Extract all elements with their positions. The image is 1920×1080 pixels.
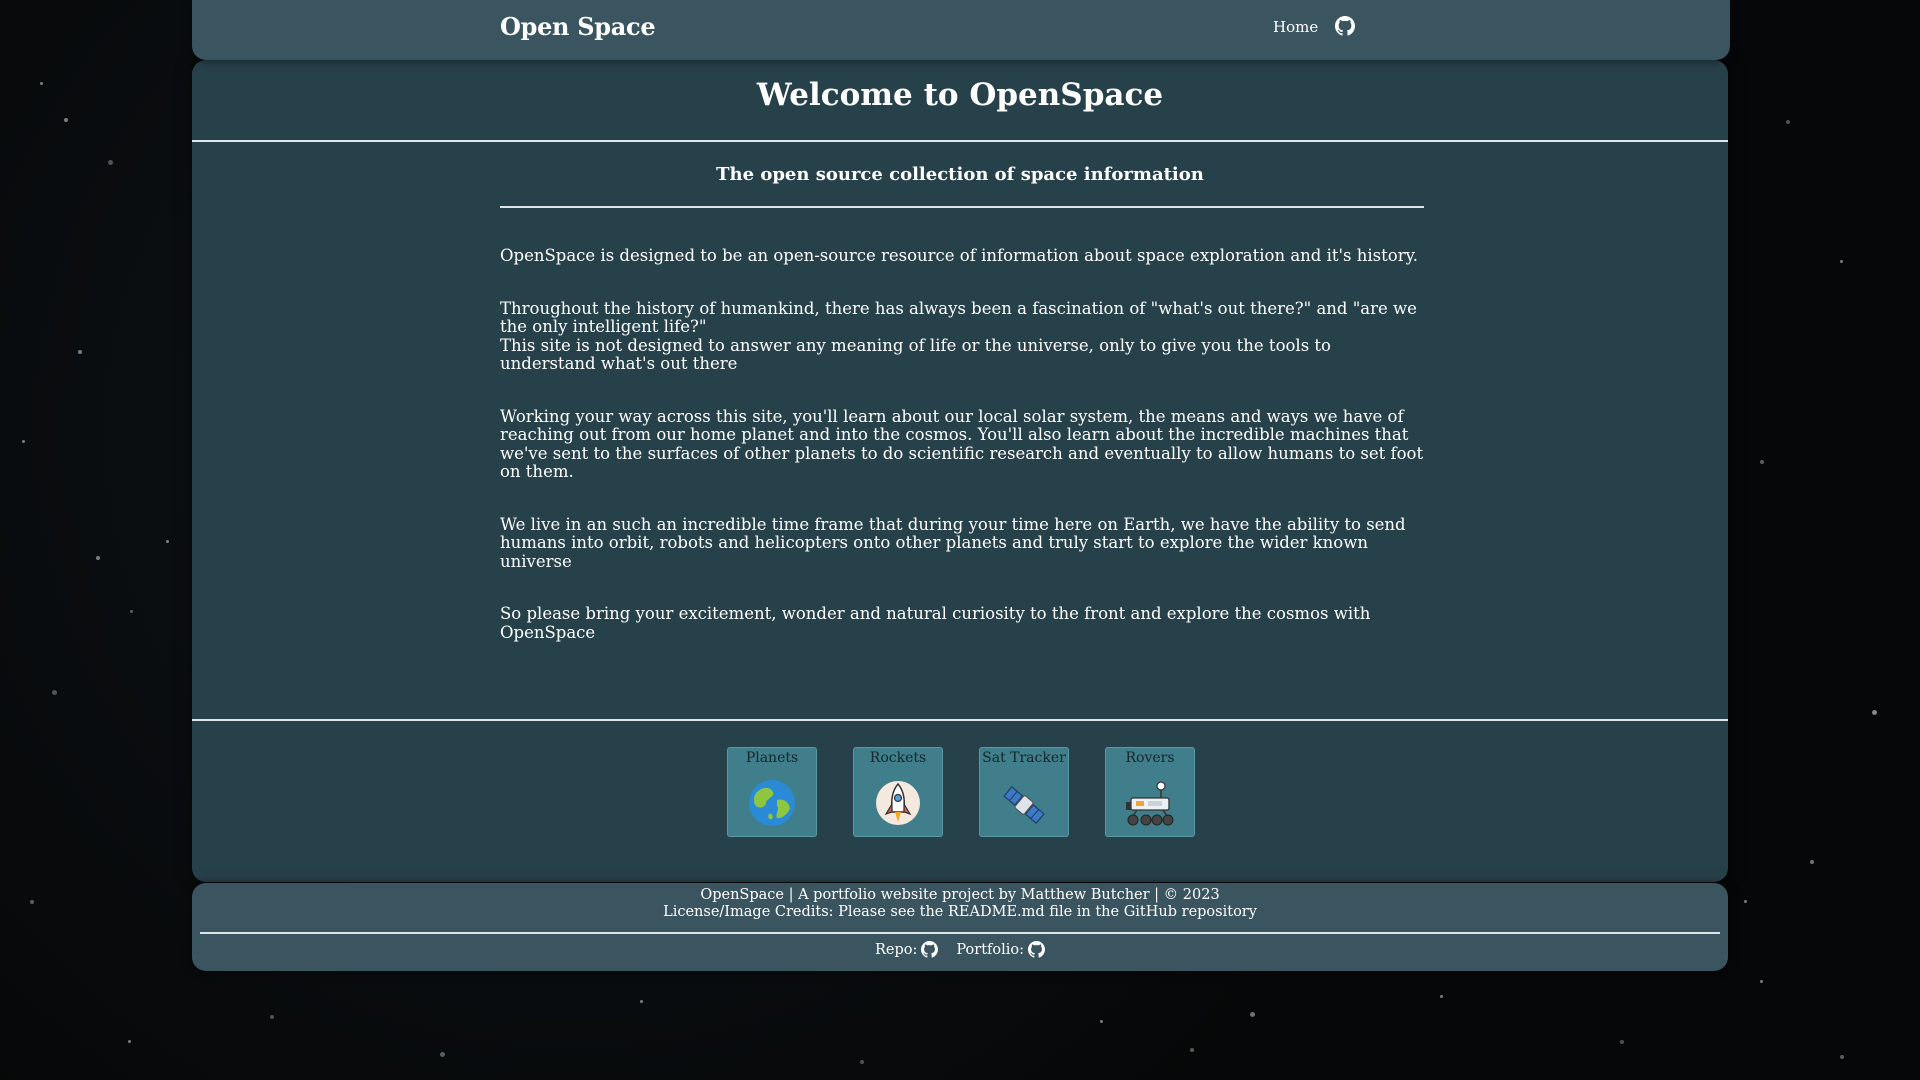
- paragraph: We live in an such an incredible time fr…: [500, 514, 1406, 571]
- page-title: Welcome to OpenSpace: [756, 77, 1164, 113]
- nav-home-link[interactable]: Home: [1273, 18, 1318, 36]
- paragraph: OpenSpace is designed to be an open-sour…: [500, 246, 1418, 265]
- github-icon[interactable]: [1028, 941, 1046, 958]
- card-label: Rovers: [1125, 750, 1175, 766]
- page-subtitle: The open source collection of space info…: [716, 164, 1204, 185]
- card-label: Sat Tracker: [982, 750, 1066, 766]
- earth-icon: [747, 778, 797, 832]
- github-icon[interactable]: [1335, 16, 1355, 36]
- divider: [500, 206, 1424, 208]
- card-planets[interactable]: Planets: [727, 747, 817, 837]
- divider: [192, 719, 1728, 721]
- card-label: Rockets: [869, 750, 927, 766]
- footer-license: License/Image Credits: Please see the RE…: [663, 904, 1257, 920]
- paragraph: Throughout the history of humankind, the…: [500, 298, 1424, 374]
- divider: [192, 140, 1728, 142]
- footer-credits: OpenSpace | A portfolio website project …: [700, 887, 1220, 903]
- navbar: Open Space Home: [192, 0, 1730, 60]
- main-panel: Welcome to OpenSpace The open source col…: [192, 60, 1728, 882]
- rover-icon: [1123, 778, 1177, 832]
- section-cards: Planets Rockets Sat Tracker Rovers: [727, 747, 1195, 837]
- repo-link[interactable]: Repo:: [874, 941, 939, 958]
- github-icon[interactable]: [921, 941, 939, 958]
- card-rovers[interactable]: Rovers: [1105, 747, 1195, 837]
- brand-logo[interactable]: Open Space: [500, 12, 656, 41]
- rocket-icon: [873, 778, 923, 832]
- paragraph: So please bring your excitement, wonder …: [500, 604, 1371, 642]
- paragraph-line: Throughout the history of humankind, the…: [500, 298, 1417, 336]
- card-rockets[interactable]: Rockets: [853, 747, 943, 837]
- paragraph: Working your way across this site, you'l…: [500, 406, 1424, 481]
- repo-label: Repo:: [874, 941, 918, 958]
- intro-text: OpenSpace is designed to be an open-sour…: [500, 246, 1424, 676]
- paragraph-line: This site is not designed to answer any …: [500, 335, 1331, 373]
- card-sat-tracker[interactable]: Sat Tracker: [979, 747, 1069, 837]
- portfolio-label: Portfolio:: [956, 941, 1025, 958]
- footer: OpenSpace | A portfolio website project …: [192, 883, 1728, 971]
- portfolio-link[interactable]: Portfolio:: [956, 941, 1046, 958]
- satellite-icon: [999, 782, 1049, 832]
- card-label: Planets: [745, 750, 799, 766]
- divider: [200, 932, 1720, 934]
- footer-links: Repo: Portfolio:: [192, 941, 1728, 958]
